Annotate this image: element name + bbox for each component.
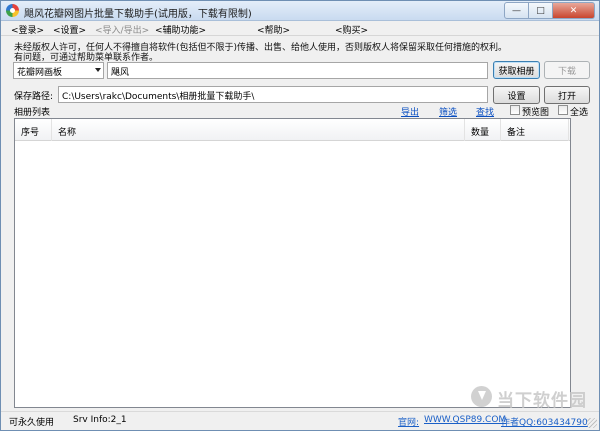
title-bar[interactable]: 飓风花瓣网图片批量下载助手(试用版，下载有限制) — □ ✕	[1, 1, 599, 21]
author-contact[interactable]: 作者QQ:603434790	[501, 415, 588, 428]
menu-import-export[interactable]: <导入/导出>	[95, 23, 149, 36]
app-icon	[6, 4, 19, 17]
select-all-label: 全选	[570, 108, 589, 118]
export-link[interactable]: 导出	[401, 105, 419, 118]
save-path-label: 保存路径:	[14, 92, 54, 102]
site-select[interactable]: 花瓣网画板	[13, 62, 104, 79]
album-table[interactable]: 序号 名称 数量 备注	[14, 118, 571, 408]
menu-bar: <登录> <设置> <导入/导出> <辅助功能> <帮助> <购买>	[1, 22, 599, 36]
maximize-button[interactable]: □	[529, 2, 553, 19]
site-label[interactable]: 官网:	[398, 415, 419, 428]
keyword-input[interactable]: 飓风	[107, 62, 488, 79]
license-status: 可永久使用	[9, 418, 55, 428]
download-arrow-icon	[471, 386, 492, 407]
column-name[interactable]: 名称	[52, 119, 465, 141]
column-remark[interactable]: 备注	[501, 119, 569, 141]
window-title: 飓风花瓣网图片批量下载助手(试用版，下载有限制)	[24, 9, 252, 20]
select-all-checkbox[interactable]	[558, 105, 568, 115]
site-select-value: 花瓣网画板	[17, 68, 63, 78]
preview-checkbox[interactable]	[510, 105, 520, 115]
preview-label: 预览图	[522, 108, 550, 118]
watermark-text: 当下软件园	[497, 391, 587, 411]
menu-settings[interactable]: <设置>	[53, 23, 86, 36]
app-window: 飓风花瓣网图片批量下载助手(试用版，下载有限制) — □ ✕ <登录> <设置>…	[0, 0, 600, 431]
filter-link[interactable]: 筛选	[439, 105, 457, 118]
minimize-button[interactable]: —	[504, 2, 529, 19]
set-path-button[interactable]: 设置	[493, 86, 540, 104]
status-bar: 可永久使用 Srv Info:2_1 官网: WWW.QSP89.COM 作者Q…	[1, 411, 599, 430]
chevron-down-icon	[95, 68, 101, 72]
download-button[interactable]: 下载	[544, 61, 590, 79]
album-list-label: 相册列表	[14, 108, 51, 118]
menu-tools[interactable]: <辅助功能>	[155, 23, 206, 36]
column-count[interactable]: 数量	[465, 119, 501, 141]
find-link[interactable]: 查找	[476, 105, 494, 118]
fetch-albums-button[interactable]: 获取相册	[493, 61, 540, 79]
site-link[interactable]: WWW.QSP89.COM	[424, 415, 506, 425]
menu-login[interactable]: <登录>	[11, 23, 44, 36]
resize-grip-icon[interactable]	[587, 418, 597, 428]
menu-help[interactable]: <帮助>	[257, 23, 290, 36]
watermark: 当下软件园	[471, 384, 589, 411]
close-button[interactable]: ✕	[553, 2, 595, 19]
table-header: 序号 名称 数量 备注	[15, 119, 570, 141]
menu-buy[interactable]: <购买>	[335, 23, 368, 36]
column-index[interactable]: 序号	[15, 119, 52, 141]
window-controls: — □ ✕	[504, 2, 595, 19]
server-info: Srv Info:2_1	[73, 415, 127, 425]
save-path-input[interactable]: C:\Users\rakc\Documents\相册批量下载助手\	[58, 86, 488, 103]
open-folder-button[interactable]: 打开	[544, 86, 590, 104]
